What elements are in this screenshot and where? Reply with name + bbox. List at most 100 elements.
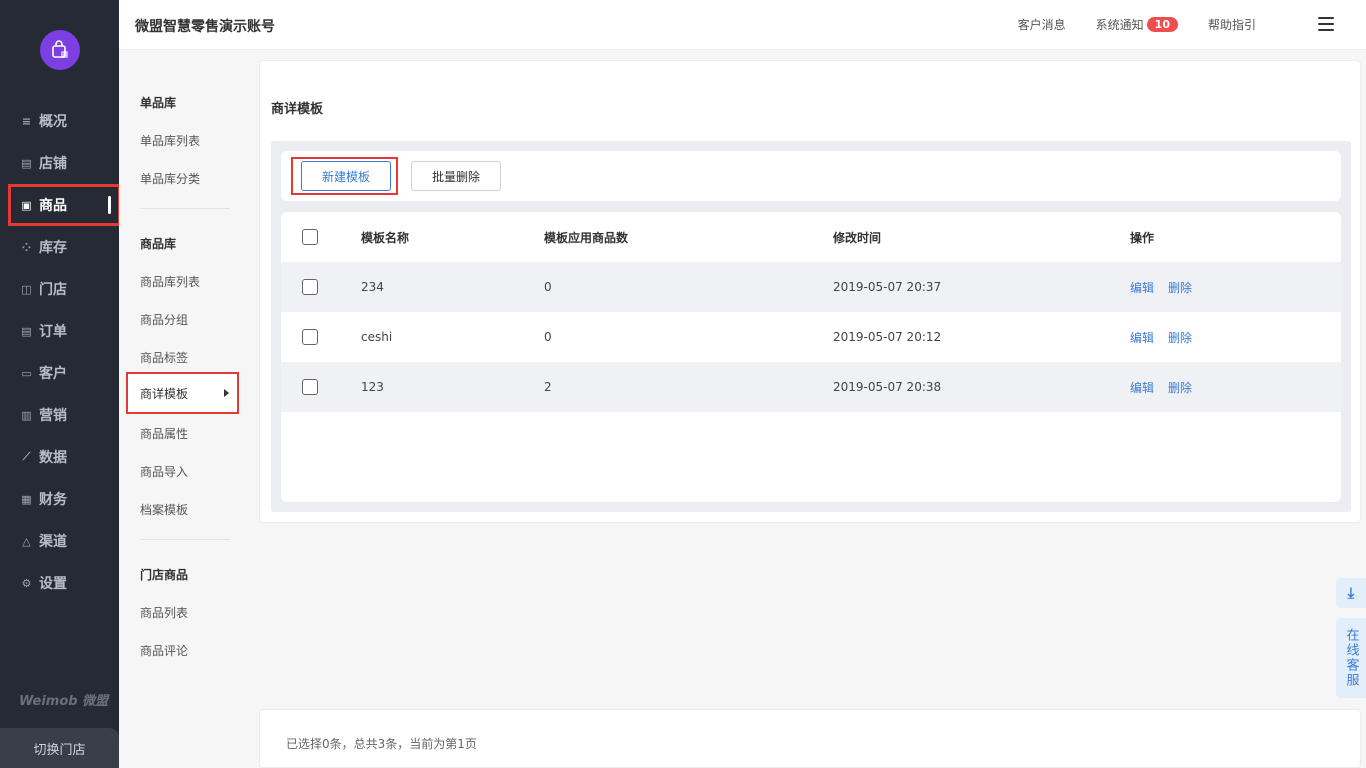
- subnav-item-archive-template[interactable]: 档案模板: [140, 501, 188, 518]
- subnav-group-store-goods: 门店商品: [140, 568, 189, 582]
- menu-line: [1318, 29, 1334, 31]
- subnav-divider: [140, 208, 230, 209]
- nav-item-label: 营销: [39, 408, 67, 424]
- hamburger-menu-icon[interactable]: [1318, 17, 1334, 31]
- subnav-item-goods-library-list[interactable]: 商品库列表: [140, 273, 200, 290]
- subnav-item-item-library-category[interactable]: 单品库分类: [140, 170, 200, 187]
- inventory-icon: ⁘: [21, 240, 32, 254]
- batch-delete-button[interactable]: 批量删除: [411, 161, 501, 191]
- subnav-item-goods-review[interactable]: 商品评论: [140, 642, 188, 659]
- pagination-footer: 已选择0条，总共3条，当前为第1页: [259, 709, 1361, 768]
- nav-item-store[interactable]: ▤ 店铺: [0, 142, 119, 184]
- row-actions: 编辑 删除: [1130, 379, 1206, 396]
- secondary-sidebar: 单品库 单品库列表 单品库分类 商品库 商品库列表 商品分组 商品标签 商详模板…: [119, 50, 259, 768]
- link-label: 帮助指引: [1207, 18, 1256, 32]
- nav-item-overview[interactable]: ≡ 概况: [0, 100, 119, 142]
- nav-item-order[interactable]: ▤ 订单: [0, 310, 119, 352]
- nav-item-label: 门店: [39, 282, 67, 298]
- download-icon[interactable]: ⤓: [1336, 578, 1366, 608]
- column-header-name: 模板名称: [361, 230, 410, 245]
- table-row: 234 0 2019-05-07 20:37 编辑 删除: [281, 262, 1341, 312]
- nav-item-finance[interactable]: ▦ 财务: [0, 478, 119, 520]
- content-area: 新建模板 批量删除 模板名称 模板应用商品数 修改时间 操作 234 0 201…: [271, 141, 1351, 512]
- new-template-button[interactable]: 新建模板: [301, 161, 391, 191]
- table-row: 123 2 2019-05-07 20:38 编辑 删除: [281, 362, 1341, 412]
- delete-link[interactable]: 删除: [1168, 381, 1192, 395]
- system-notice-link[interactable]: 系统通知 10: [1096, 16, 1178, 33]
- edit-link[interactable]: 编辑: [1130, 281, 1154, 295]
- row-actions: 编辑 删除: [1130, 279, 1206, 296]
- nav-item-label: 财务: [39, 492, 67, 508]
- nav-item-label: 库存: [39, 240, 67, 256]
- template-goods-count: 0: [544, 330, 552, 344]
- subnav-item-goods-import[interactable]: 商品导入: [140, 463, 188, 480]
- nav-item-label: 概况: [39, 114, 67, 130]
- link-label: 系统通知: [1095, 18, 1144, 32]
- template-goods-count: 0: [544, 280, 552, 294]
- template-goods-count: 2: [544, 380, 552, 394]
- nav-item-goods[interactable]: ▣ 商品: [8, 184, 121, 226]
- switch-store-button[interactable]: 切换门店: [0, 728, 119, 768]
- template-name: ceshi: [361, 330, 393, 344]
- subnav-group-item-library: 单品库: [140, 96, 177, 110]
- modified-time: 2019-05-07 20:38: [833, 380, 942, 394]
- modified-time: 2019-05-07 20:37: [833, 280, 942, 294]
- selection-summary: 已选择0条，总共3条，当前为第1页: [286, 737, 477, 751]
- template-table: 模板名称 模板应用商品数 修改时间 操作 234 0 2019-05-07 20…: [281, 212, 1341, 502]
- template-name: 123: [361, 380, 384, 394]
- row-checkbox[interactable]: [302, 379, 318, 395]
- nav-item-label: 商品: [39, 198, 67, 214]
- subnav-item-goods-tag[interactable]: 商品标签: [140, 349, 188, 366]
- nav-item-label: 数据: [39, 450, 67, 466]
- new-template-highlight: 新建模板: [291, 157, 398, 195]
- row-actions: 编辑 删除: [1130, 329, 1206, 346]
- nav-item-label: 渠道: [39, 534, 67, 550]
- subnav-item-detail-template[interactable]: 商详模板: [126, 372, 239, 414]
- app-logo[interactable]: [40, 30, 80, 70]
- account-name: 微盟智慧零售演示账号: [135, 19, 275, 35]
- column-header-count: 模板应用商品数: [544, 230, 629, 245]
- channel-icon: △: [22, 534, 31, 548]
- subnav-item-goods-group[interactable]: 商品分组: [140, 311, 188, 328]
- delete-link[interactable]: 删除: [1168, 331, 1192, 345]
- subnav-group-goods-library: 商品库: [140, 237, 177, 251]
- nav-item-data[interactable]: ⟋ 数据: [0, 436, 119, 478]
- top-header: 微盟智慧零售演示账号 客户消息 系统通知 10 帮助指引: [119, 0, 1366, 50]
- table-header: 模板名称 模板应用商品数 修改时间 操作: [281, 212, 1341, 262]
- goods-icon: ▣: [21, 198, 32, 212]
- nav-item-channel[interactable]: △ 渠道: [0, 520, 119, 562]
- store-icon: ▤: [21, 156, 32, 170]
- customer-message-link[interactable]: 客户消息: [1018, 16, 1066, 33]
- row-checkbox[interactable]: [302, 329, 318, 345]
- menu-line: [1318, 23, 1334, 25]
- menu-line: [1318, 17, 1334, 19]
- online-service-button[interactable]: 在线客服: [1336, 618, 1366, 698]
- subnav-item-item-library-list[interactable]: 单品库列表: [140, 132, 200, 149]
- subnav-item-goods-list[interactable]: 商品列表: [140, 604, 188, 621]
- nav-item-marketing[interactable]: ▥ 营销: [0, 394, 119, 436]
- brand-logo: Weimob 微盟: [19, 694, 109, 709]
- edit-link[interactable]: 编辑: [1130, 331, 1154, 345]
- nav-item-settings[interactable]: ⚙ 设置: [0, 562, 119, 604]
- calculator-icon: ▦: [21, 492, 32, 506]
- nav-item-label: 设置: [39, 576, 67, 592]
- subnav-divider: [140, 539, 230, 540]
- nav-item-shop[interactable]: ◫ 门店: [0, 268, 119, 310]
- trend-icon: ⟋: [22, 450, 31, 463]
- modified-time: 2019-05-07 20:12: [833, 330, 942, 344]
- subnav-item-goods-attribute[interactable]: 商品属性: [140, 425, 188, 442]
- nav-item-customer[interactable]: ▭ 客户: [0, 352, 119, 394]
- select-all-checkbox[interactable]: [302, 229, 318, 245]
- order-icon: ▤: [21, 324, 32, 338]
- column-header-actions: 操作: [1130, 230, 1155, 245]
- online-service-label: 在线客服: [1343, 628, 1359, 688]
- vip-icon: ▭: [21, 366, 32, 380]
- row-checkbox[interactable]: [302, 279, 318, 295]
- delete-link[interactable]: 删除: [1168, 281, 1192, 295]
- nav-item-inventory[interactable]: ⁘ 库存: [0, 226, 119, 268]
- page-title: 商详模板: [271, 102, 324, 117]
- edit-link[interactable]: 编辑: [1130, 381, 1154, 395]
- nav-item-label: 店铺: [39, 156, 67, 172]
- nav-item-label: 客户: [39, 366, 67, 382]
- help-guide-link[interactable]: 帮助指引: [1208, 16, 1256, 33]
